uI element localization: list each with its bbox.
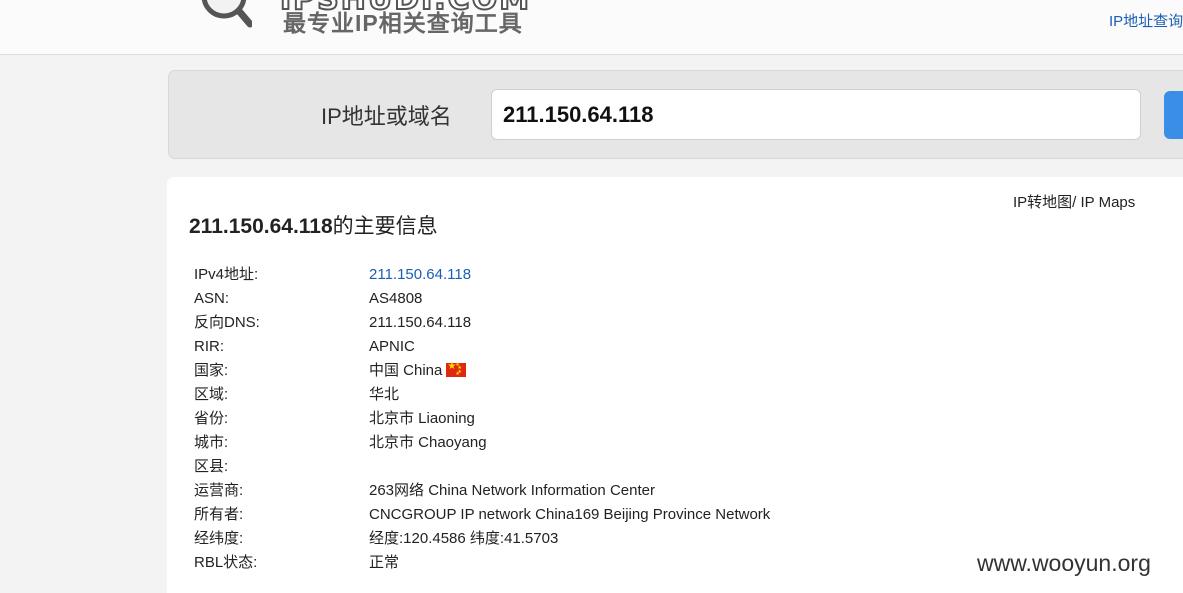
ip-search-input[interactable]	[491, 89, 1141, 140]
info-key: 区域:	[194, 386, 229, 403]
info-value: 北京市 Chaoyang	[369, 434, 487, 451]
magnifier-logo-icon	[201, 0, 252, 28]
info-value: 263网络 China Network Information Center	[369, 482, 655, 499]
info-row-owner: 所有者: CNCGROUP IP network China169 Beijing…	[194, 503, 770, 527]
info-key: ASN:	[194, 290, 230, 307]
site-slogan: 最专业IP相关查询工具	[283, 10, 523, 36]
info-row-isp: 运营商: 263网络 China Network Information Cent…	[194, 479, 770, 503]
info-key: 反向DNS:	[194, 314, 260, 331]
info-key: 省份:	[194, 410, 229, 427]
search-button[interactable]	[1164, 91, 1183, 139]
info-value: AS4808	[369, 290, 423, 307]
info-key: 运营商:	[194, 482, 244, 499]
result-title-suffix: 的主要信息	[332, 215, 438, 238]
info-value: 正常	[369, 554, 400, 571]
top-header: IPSHUDI.COM 最专业IP相关查询工具 IP地址查询	[0, 0, 1183, 55]
info-row-ipv4: IPv4地址: 211.150.64.118	[194, 263, 770, 287]
info-value: 中国 China	[369, 362, 443, 379]
info-row-rbl-status: RBL状态: 正常	[194, 551, 770, 575]
ip-maps-link[interactable]: IP转地图/ IP Maps	[1013, 191, 1135, 212]
info-key: 经纬度:	[194, 530, 244, 547]
ip-info-list: IPv4地址: 211.150.64.118 ASN: AS4808 反向DNS: 2…	[194, 263, 770, 575]
china-flag-icon: ★ ★ ★ ★ ★	[446, 361, 467, 377]
info-key: IPv4地址:	[194, 266, 259, 283]
info-row-city: 城市: 北京市 Chaoyang	[194, 431, 770, 455]
info-value: APNIC	[369, 338, 415, 355]
info-row-rir: RIR: APNIC	[194, 335, 770, 359]
info-row-reverse-dns: 反向DNS: 211.150.64.118	[194, 311, 770, 335]
result-card: IP转地图/ IP Maps 211.150.64.118的主要信息 IPv4地…	[167, 177, 1183, 593]
result-title-ip: 211.150.64.118	[189, 215, 333, 238]
search-label: IP地址或域名	[321, 104, 452, 129]
info-row-district: 区县:	[194, 455, 770, 479]
info-value: 经度:120.4586 纬度:41.5703	[369, 530, 559, 547]
info-value: 211.150.64.118	[369, 314, 472, 331]
info-key: 城市:	[194, 434, 229, 451]
result-title: 211.150.64.118的主要信息	[189, 210, 438, 240]
info-key: 所有者:	[194, 506, 244, 523]
info-row-asn: ASN: AS4808	[194, 287, 770, 311]
info-value: 北京市 Liaoning	[369, 410, 475, 427]
info-key: RBL状态:	[194, 554, 258, 571]
ipv4-address-link[interactable]: 211.150.64.118	[369, 263, 471, 287]
info-row-region: 区域: 华北	[194, 383, 770, 407]
info-value: 华北	[369, 386, 400, 403]
info-key: 区县:	[194, 458, 229, 475]
info-row-province: 省份: 北京市 Liaoning	[194, 407, 770, 431]
info-key: 国家:	[194, 362, 229, 379]
info-key: RIR:	[194, 338, 224, 355]
nav-link-ip-lookup[interactable]: IP地址查询	[1109, 10, 1183, 31]
watermark: www.wooyun.org	[977, 550, 1151, 576]
search-panel: IP地址或域名	[168, 70, 1183, 159]
info-row-coordinates: 经纬度: 经度:120.4586 纬度:41.5703	[194, 527, 770, 551]
info-value: CNCGROUP IP network China169 Beijing Pro…	[369, 506, 771, 523]
info-row-country: 国家: 中国 China ★ ★ ★ ★ ★	[194, 359, 770, 383]
